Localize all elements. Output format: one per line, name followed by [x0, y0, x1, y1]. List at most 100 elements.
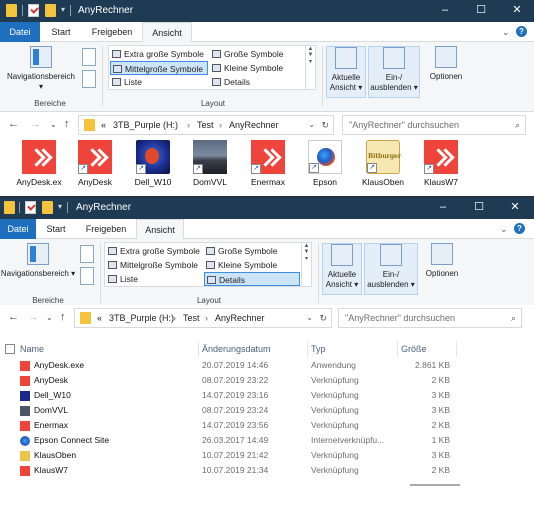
tab-freigeben[interactable]: Freigeben — [84, 22, 140, 42]
tab-freigeben[interactable]: Freigeben — [78, 219, 134, 239]
maximize-icon[interactable]: ☐ — [472, 200, 486, 214]
maximize-icon[interactable]: ☐ — [474, 3, 488, 17]
layout-medium-icons[interactable]: Mittelgroße Symbole — [110, 61, 208, 75]
breadcrumb-drive[interactable]: 3TB_Purple (H:) — [109, 309, 174, 327]
search-input[interactable]: "AnyRechner" durchsuchen ⌕ — [338, 308, 522, 328]
tab-start[interactable]: Start — [42, 22, 80, 42]
tab-ansicht[interactable]: Ansicht — [136, 219, 184, 240]
column-header-type[interactable]: Typ — [311, 344, 326, 354]
layout-small-icons[interactable]: Kleine Symbole — [204, 258, 300, 272]
tab-datei[interactable]: Datei — [0, 22, 40, 42]
forward-arrow-icon[interactable]: → — [30, 118, 41, 130]
divider[interactable] — [198, 341, 199, 357]
layout-gallery-scroll[interactable]: ▲ ▼ ▾ — [301, 243, 311, 286]
column-header-date[interactable]: Änderungsdatum — [202, 344, 271, 354]
divider[interactable] — [307, 341, 308, 357]
close-icon[interactable]: ✕ — [508, 200, 522, 214]
properties-icon[interactable] — [28, 4, 39, 17]
table-row[interactable]: Dell_W10 14.07.2019 23:16 Verknüpfung 3 KB — [0, 389, 534, 402]
new-folder-icon[interactable] — [45, 4, 56, 17]
tab-datei[interactable]: Datei — [0, 219, 36, 239]
back-arrow-icon[interactable]: ← — [8, 311, 19, 323]
forward-arrow-icon[interactable]: → — [28, 311, 39, 323]
recent-locations-icon[interactable]: ⌄ — [50, 120, 57, 129]
options-button[interactable]: Optionen — [420, 243, 464, 279]
minimize-icon[interactable]: – — [436, 200, 450, 214]
layout-large-icons[interactable]: Große Symbole — [204, 244, 300, 258]
horizontal-scrollbar[interactable] — [410, 484, 460, 486]
address-dropdown-icon[interactable]: ⌄ — [306, 309, 313, 327]
layout-gallery-scroll[interactable]: ▲ ▼ ▾ — [305, 46, 315, 89]
table-row[interactable]: AnyDesk 08.07.2019 23:22 Verknüpfung 2 KB — [0, 374, 534, 387]
table-row[interactable]: AnyDesk.exe 20.07.2019 14:46 Anwendung 2.86… — [0, 359, 534, 372]
help-icon[interactable]: ? — [514, 223, 525, 234]
breadcrumb-overflow[interactable]: « — [101, 116, 106, 134]
chevron-down-icon[interactable]: ⌄ — [502, 27, 510, 38]
file-item[interactable]: ↗ DomVVL — [183, 140, 237, 187]
layout-large-icons[interactable]: Große Symbole — [210, 47, 304, 61]
table-row[interactable]: KlausOben 10.07.2019 21:42 Verknüpfung 3 KB — [0, 449, 534, 462]
table-row[interactable]: KlausW7 10.07.2019 21:34 Verknüpfung 2 KB — [0, 464, 534, 477]
breadcrumb-drive[interactable]: 3TB_Purple (H:) — [113, 116, 178, 134]
breadcrumb-anyrechner[interactable]: AnyRechner — [215, 309, 265, 327]
breadcrumb-test[interactable]: Test — [183, 309, 200, 327]
file-item[interactable]: AnyDesk.ex — [12, 140, 66, 187]
column-header-size[interactable]: Größe — [401, 344, 427, 354]
address-bar[interactable]: « 3TB_Purple (H:) › Test › AnyRechner ⌄ … — [74, 308, 332, 328]
table-row[interactable]: Enermax 14.07.2019 23:56 Verknüpfung 2 KB — [0, 419, 534, 432]
preview-pane-icon[interactable] — [80, 245, 94, 263]
preview-pane-icon[interactable] — [82, 48, 96, 66]
show-hide-button[interactable]: Ein-/ ausblenden ▾ — [368, 46, 420, 98]
divider[interactable] — [397, 341, 398, 357]
layout-small-icons[interactable]: Kleine Symbole — [210, 61, 304, 75]
refresh-icon[interactable]: ↻ — [321, 116, 329, 134]
layout-extra-large-icons[interactable]: Extra große Symbole — [106, 244, 202, 258]
file-item[interactable]: ↗ KlausOben — [356, 140, 410, 187]
details-pane-icon[interactable] — [80, 267, 94, 285]
refresh-icon[interactable]: ↻ — [319, 309, 327, 327]
up-arrow-icon[interactable]: ↑ — [60, 311, 66, 323]
properties-icon[interactable] — [25, 201, 36, 214]
recent-locations-icon[interactable]: ⌄ — [46, 313, 53, 322]
table-row[interactable]: DomVVL 08.07.2019 23:24 Verknüpfung 3 KB — [0, 404, 534, 417]
layout-medium-icons[interactable]: Mittelgroße Symbole — [106, 258, 202, 272]
layout-details[interactable]: Details — [204, 272, 300, 286]
up-arrow-icon[interactable]: ↑ — [64, 118, 70, 130]
chevron-right-icon[interactable]: › — [187, 116, 190, 134]
customize-quick-access-icon[interactable]: ▾ — [61, 5, 65, 14]
options-button[interactable]: Optionen — [424, 46, 468, 82]
customize-quick-access-icon[interactable]: ▾ — [58, 202, 62, 211]
layout-list[interactable]: Liste — [106, 272, 202, 286]
navigation-pane-button[interactable]: Navigationsbereich ▾ — [4, 46, 78, 92]
file-item[interactable]: ↗ Dell_W10 — [126, 140, 180, 187]
back-arrow-icon[interactable]: ← — [8, 118, 19, 130]
current-view-button[interactable]: Aktuelle Ansicht ▾ — [326, 46, 366, 98]
file-item[interactable]: ↗ Enermax — [241, 140, 295, 187]
current-view-button[interactable]: Aktuelle Ansicht ▾ — [322, 243, 362, 295]
layout-extra-large-icons[interactable]: Extra große Symbole — [110, 47, 208, 61]
tab-start[interactable]: Start — [38, 219, 74, 239]
file-item[interactable]: ↗ Epson — [298, 140, 352, 187]
breadcrumb-anyrechner[interactable]: AnyRechner — [229, 116, 279, 134]
navigation-pane-button[interactable]: Navigationsbereich ▾ — [0, 243, 76, 279]
show-hide-button[interactable]: Ein-/ ausblenden ▾ — [364, 243, 418, 295]
address-dropdown-icon[interactable]: ⌄ — [308, 116, 315, 134]
chevron-down-icon[interactable]: ⌄ — [500, 224, 508, 235]
search-input[interactable]: "AnyRechner" durchsuchen ⌕ — [342, 115, 526, 135]
chevron-right-icon[interactable]: › — [205, 309, 208, 327]
divider[interactable] — [456, 341, 457, 357]
help-icon[interactable]: ? — [516, 26, 527, 37]
breadcrumb-overflow[interactable]: « — [97, 309, 102, 327]
column-header-name[interactable]: Name — [20, 344, 44, 354]
close-icon[interactable]: ✕ — [510, 3, 524, 17]
chevron-right-icon[interactable]: › — [219, 116, 222, 134]
new-folder-icon[interactable] — [42, 201, 53, 214]
file-item[interactable]: ↗ KlausW7 — [414, 140, 468, 187]
file-item[interactable]: ↗ AnyDesk — [68, 140, 122, 187]
layout-details[interactable]: Details — [210, 75, 304, 89]
details-pane-icon[interactable] — [82, 70, 96, 88]
address-bar[interactable]: « 3TB_Purple (H:) › Test › AnyRechner ⌄ … — [78, 115, 334, 135]
layout-list[interactable]: Liste — [110, 75, 208, 89]
table-row[interactable]: Epson Connect Site 26.03.2017 14:49 Intern… — [0, 434, 534, 447]
select-all-checkbox[interactable] — [5, 344, 15, 354]
